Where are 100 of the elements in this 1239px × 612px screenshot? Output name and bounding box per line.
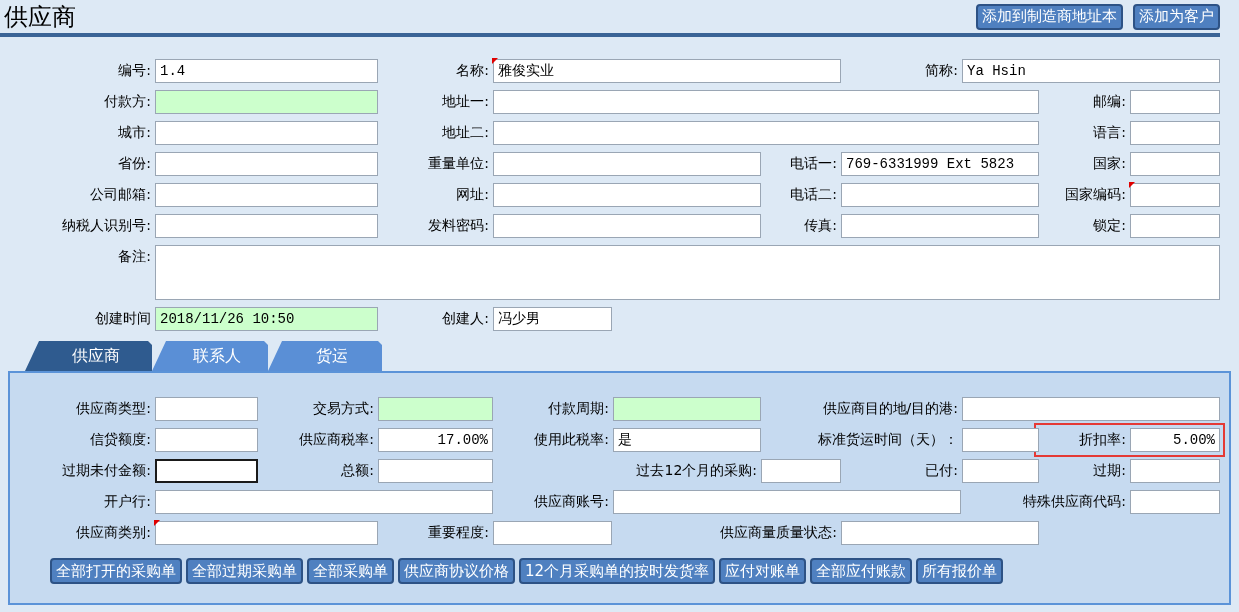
input-field[interactable] <box>378 397 493 421</box>
input-field[interactable]: 冯少男 <box>493 307 612 331</box>
input-field[interactable] <box>841 183 1039 207</box>
field-label: 总额: <box>340 462 375 480</box>
field-label: 备注: <box>117 247 152 266</box>
field-label: 地址一: <box>441 93 490 111</box>
field-label: 付款周期: <box>547 400 610 418</box>
field-label: 纳税人识别号: <box>61 217 152 235</box>
field-label: 供应商量质量状态: <box>719 524 838 542</box>
input-field[interactable]: Ya Hsin <box>962 59 1220 83</box>
field-label: 公司邮箱: <box>89 186 152 204</box>
input-field[interactable]: 2018/11/26 10:50 <box>155 307 378 331</box>
tab[interactable]: 货运 <box>268 341 382 371</box>
input-field[interactable] <box>1130 90 1220 114</box>
field-label: 供应商账号: <box>533 493 610 511</box>
field-label: 名称: <box>455 62 490 80</box>
field-label: 供应商目的地/目的港: <box>821 400 959 418</box>
input-field[interactable] <box>493 521 612 545</box>
action-button[interactable]: 供应商协议价格 <box>398 558 515 584</box>
action-button[interactable]: 12个月采购单的按时发货率 <box>519 558 716 584</box>
field-label: 交易方式: <box>312 400 375 418</box>
field-label: 电话一: <box>789 155 838 173</box>
input-field[interactable]: 雅俊实业 <box>493 59 841 83</box>
input-field[interactable]: 769-6331999 Ext 5823 <box>841 152 1039 176</box>
field-label: 供应商税率: <box>298 431 375 449</box>
field-label: 创建时间 <box>94 310 152 328</box>
field-label: 电话二: <box>789 186 838 204</box>
field-label: 供应商类别: <box>75 524 152 542</box>
field-label: 邮编: <box>1092 93 1127 111</box>
field-label: 创建人: <box>441 310 490 328</box>
notes-field[interactable] <box>155 245 1220 300</box>
input-field[interactable] <box>962 459 1039 483</box>
input-field[interactable] <box>613 397 761 421</box>
input-field[interactable]: 5.00% <box>1130 428 1220 452</box>
input-field[interactable] <box>493 90 1039 114</box>
input-field[interactable] <box>493 214 761 238</box>
field-label: 重量单位: <box>427 155 490 173</box>
field-label: 国家: <box>1092 155 1127 173</box>
input-field[interactable] <box>1130 490 1220 514</box>
input-field[interactable] <box>155 90 378 114</box>
page-title: 供应商 <box>4 1 76 33</box>
input-field[interactable] <box>493 183 761 207</box>
field-label: 传真: <box>803 217 838 235</box>
field-label: 重要程度: <box>427 524 490 542</box>
input-field[interactable] <box>155 459 258 483</box>
field-label: 付款方: <box>103 93 152 111</box>
input-field[interactable] <box>378 459 493 483</box>
field-label: 网址: <box>455 186 490 204</box>
input-field[interactable] <box>155 521 378 545</box>
field-label: 折扣率: <box>1078 431 1127 449</box>
field-label: 简称: <box>924 62 959 80</box>
input-field[interactable] <box>841 214 1039 238</box>
field-label: 城市: <box>117 124 152 142</box>
input-field[interactable] <box>493 152 761 176</box>
input-field[interactable] <box>1130 459 1220 483</box>
input-field[interactable] <box>493 121 1039 145</box>
input-field[interactable] <box>841 521 1039 545</box>
action-button[interactable]: 所有报价单 <box>916 558 1004 584</box>
field-label: 语言: <box>1092 124 1127 142</box>
input-field[interactable] <box>155 121 378 145</box>
field-label: 发料密码: <box>427 217 490 235</box>
tab[interactable]: 联系人 <box>152 341 268 371</box>
input-field[interactable] <box>155 490 493 514</box>
action-button[interactable]: 全部采购单 <box>307 558 394 584</box>
input-field[interactable]: 17.00% <box>378 428 493 452</box>
action-button[interactable]: 全部过期采购单 <box>186 558 303 584</box>
input-field[interactable] <box>155 428 258 452</box>
input-field[interactable] <box>1130 214 1220 238</box>
field-label: 过期未付金额: <box>61 462 152 480</box>
input-field[interactable]: 是 <box>613 428 761 452</box>
action-button[interactable]: 全部打开的采购单 <box>50 558 182 584</box>
field-label: 国家编码: <box>1064 186 1127 204</box>
tab[interactable]: 供应商 <box>25 341 152 371</box>
field-label: 已付: <box>924 462 959 480</box>
input-field[interactable] <box>1130 121 1220 145</box>
input-field[interactable] <box>155 152 378 176</box>
field-label: 锁定: <box>1092 217 1127 235</box>
header-button[interactable]: 添加到制造商地址本 <box>976 3 1123 30</box>
input-field[interactable] <box>761 459 841 483</box>
field-label: 标准货运时间（天）： <box>817 431 959 449</box>
field-label: 使用此税率: <box>533 431 610 449</box>
input-field[interactable] <box>155 397 258 421</box>
input-field[interactable] <box>613 490 961 514</box>
action-button[interactable]: 全部应付账款 <box>810 558 913 584</box>
header-button[interactable]: 添加为客户 <box>1133 3 1220 30</box>
field-label: 特殊供应商代码: <box>1022 493 1127 511</box>
action-button[interactable]: 应付对账单 <box>719 558 807 584</box>
field-label: 省份: <box>117 155 152 173</box>
field-label: 信贷额度: <box>89 431 152 449</box>
input-field[interactable] <box>155 214 378 238</box>
input-field[interactable] <box>155 183 378 207</box>
input-field[interactable] <box>1130 183 1220 207</box>
field-label: 编号: <box>117 62 152 80</box>
input-field[interactable] <box>962 397 1220 421</box>
field-label: 过期: <box>1092 462 1127 480</box>
field-label: 开户行: <box>103 493 152 511</box>
input-field[interactable] <box>962 428 1039 452</box>
input-field[interactable]: 1.4 <box>155 59 378 83</box>
field-label: 地址二: <box>441 124 490 142</box>
input-field[interactable] <box>1130 152 1220 176</box>
